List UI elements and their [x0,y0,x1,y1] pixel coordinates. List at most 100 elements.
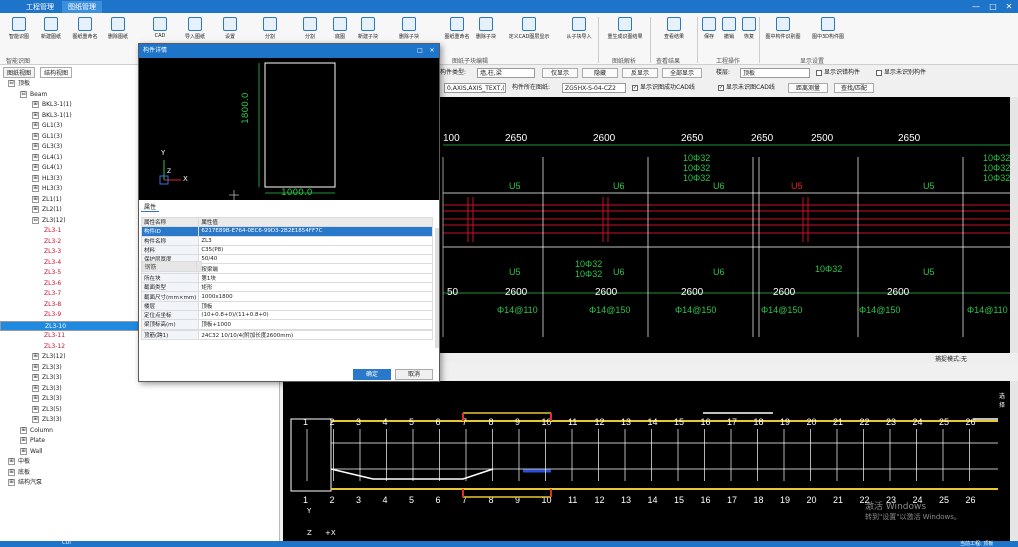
section-preview[interactable]: 1800.0 1000.0 Y X Z [139,58,439,200]
property-row[interactable]: 截面类型 矩形 [140,282,433,293]
expand-toggle-icon[interactable]: ⊞ [32,405,39,413]
table-scrollbar[interactable] [435,228,439,348]
floor-select[interactable]: 顶板 [740,68,810,78]
tab-properties[interactable]: 属性 [141,202,160,212]
cancel-button[interactable]: 取消 [395,369,433,380]
vertical-scrollbar[interactable] [1010,97,1018,353]
expand-toggle-icon[interactable]: ⊞ [32,353,39,360]
expand-toggle-icon[interactable]: ⊞ [32,374,39,381]
property-row[interactable]: 构件ID 6217E89B-E764-0EC6-99D3-2B2E1854FF7C [140,226,433,237]
cad-3d-view[interactable]: 1 1 2 2 3 3 4 4 5 5 6 6 7 7 8 8 9 9 10 10 11 11 12 12 13 13 14 14 15… [283,381,1010,541]
expand-toggle-icon[interactable]: ⊞ [32,153,39,161]
tree-node[interactable]: ⊞ ZL3(3) [0,384,279,395]
show-unrecog-checkbox[interactable]: 显示未识别构件 [876,68,926,78]
tab-structure-view[interactable]: 结构视图 [40,67,73,78]
expand-toggle-icon[interactable]: ⊞ [8,458,15,465]
settings-button[interactable]: 设置 [220,17,240,40]
vertical-scrollbar[interactable] [1010,381,1018,541]
tree-node[interactable]: ⊞ Column [0,426,279,437]
property-row[interactable]: 钢筋 [141,260,202,272]
new-subblock-button[interactable]: 新建子块 [355,17,381,40]
expand-toggle-icon[interactable]: ⊞ [8,468,15,476]
show-cad-recog-checkbox[interactable]: ✓ 显示识图成功CAD线 [632,83,695,93]
save-button[interactable]: 保存 [700,17,718,40]
expand-toggle-icon[interactable]: ⊞ [20,426,27,434]
expand-toggle-icon[interactable]: ⊞ [32,185,39,192]
define-cad-layer-button[interactable]: 定义CAD图层显示 [500,17,558,40]
tree-node[interactable]: ⊞ ZL3(3) [0,394,279,405]
regenerate-button[interactable]: 重生成识图结果 [602,17,648,40]
expand-toggle-icon[interactable]: ⊞ [20,447,27,455]
expand-toggle-icon[interactable]: ⊞ [32,416,39,423]
show-all-button[interactable]: 全部显示 [662,68,702,78]
expand-toggle-icon[interactable]: ⊞ [32,111,39,119]
expand-toggle-icon[interactable]: ⊞ [20,437,27,444]
property-row[interactable]: 定位点坐标 (10+0.8+0)/(11+0.8+0) [140,309,433,321]
property-row[interactable]: 构件名称 ZL3 [140,235,433,246]
show-wrong-checkbox[interactable]: 显示识错构件 [816,68,860,78]
delete-subblock2-button[interactable]: 删除子块 [473,17,499,40]
delete-drawing-button[interactable]: 删除图纸 [104,17,132,40]
tab-drawing[interactable]: 图纸管理 [62,1,102,13]
layer-select[interactable]: 0,AXIS,AXIS_TEXT,( [444,83,506,93]
tree-node[interactable]: ⊞ ZL3(3) [0,415,279,426]
measure-button[interactable]: 距离测量 [788,83,828,93]
dialog-title-bar[interactable]: 构件详情 □ ✕ [139,44,439,58]
expand-toggle-icon[interactable]: ⊞ [32,164,39,171]
component-view-button[interactable]: 图中构件识别图 [762,17,804,40]
split-button[interactable]: 分割 [260,17,280,40]
undo-button[interactable]: 撤销 [720,17,738,40]
dialog-close-button[interactable]: ✕ [427,44,437,58]
base-drawing-button[interactable]: 底图 [330,17,350,40]
show-cad-unrecog-checkbox[interactable]: ✓ 显示未识图CAD线 [718,83,775,93]
rename-drawing-button[interactable]: 图纸重命名 [68,17,102,40]
smart-recognize-button[interactable]: 智能识图 [4,17,34,40]
property-row[interactable]: 楼层 顶板 [140,300,433,311]
expand-toggle-icon[interactable]: ⊞ [32,384,39,392]
tree-node[interactable]: ⊞ Plate [0,436,279,447]
view-results-button[interactable]: 查看结果 [654,17,694,40]
expand-toggle-icon[interactable]: ⊟ [20,90,27,98]
expand-toggle-icon[interactable]: ⊞ [32,395,39,402]
expand-toggle-icon[interactable]: ⊞ [32,132,39,140]
new-drawing-button[interactable]: 新建图纸 [36,17,66,40]
split-manual-button[interactable]: 分割 [300,17,320,40]
tree-node[interactable]: ⊞ 结构汽泵 [0,478,279,489]
property-row[interactable]: 顶筋(跨1) 24C32 10/10/4(附加长度2600mm) [140,329,433,340]
property-row[interactable]: 材料 C35(P8) [140,244,433,256]
expand-toggle-icon[interactable]: ⊞ [8,479,15,486]
import-from-subblock-button[interactable]: 从子块导入 [560,17,598,40]
expand-toggle-icon[interactable]: ⊞ [32,101,39,108]
redo-button[interactable]: 恢复 [740,17,758,40]
dialog-maximize-button[interactable]: □ [415,44,425,58]
expand-toggle-icon[interactable]: ⊟ [32,216,39,224]
minimize-button[interactable]: — [968,0,984,13]
tree-node[interactable]: ⊞ ZL3(5) [0,405,279,416]
maximize-button[interactable]: □ [985,0,1001,13]
expand-toggle-icon[interactable]: ⊞ [32,143,39,150]
tree-node[interactable]: ⊞ 底板 [0,468,279,479]
expand-toggle-icon[interactable]: ⊞ [32,174,39,182]
type-select[interactable]: 墙,柱,梁 [477,68,535,78]
ok-button[interactable]: 确定 [353,369,391,380]
3d-view-button[interactable]: 图中3D构件图 [808,17,848,40]
cad-button[interactable]: CAD [150,17,170,39]
reverse-show-button[interactable]: 反显示 [622,68,658,78]
tab-drawing-view[interactable]: 图纸视图 [3,67,36,78]
find-match-button[interactable]: 查找/匹配 [834,83,874,93]
property-row[interactable]: 所在块 第1块 [140,272,433,284]
expand-toggle-icon[interactable]: ⊞ [32,195,39,203]
rename-drawing2-button[interactable]: 图纸重命名 [442,17,472,40]
property-row[interactable]: 截面尺寸(mm×mm) 1000x1800 [140,291,433,302]
import-drawing-button[interactable]: 导入图纸 [185,17,205,40]
delete-subblock-button[interactable]: 删除子块 [396,17,422,40]
expand-toggle-icon[interactable]: ⊞ [32,206,39,213]
close-button[interactable]: ✕ [1001,0,1017,13]
expand-toggle-icon[interactable]: ⊞ [32,122,39,129]
tree-node[interactable]: ⊞ 中板 [0,457,279,468]
tree-node[interactable]: ⊞ Wall [0,447,279,458]
tab-project[interactable]: 工程管理 [20,1,60,13]
expand-toggle-icon[interactable]: ⊞ [32,363,39,371]
only-show-button[interactable]: 仅显示 [542,68,578,78]
file-select[interactable]: ZG5HX-S-04-CZ2 [562,83,626,93]
